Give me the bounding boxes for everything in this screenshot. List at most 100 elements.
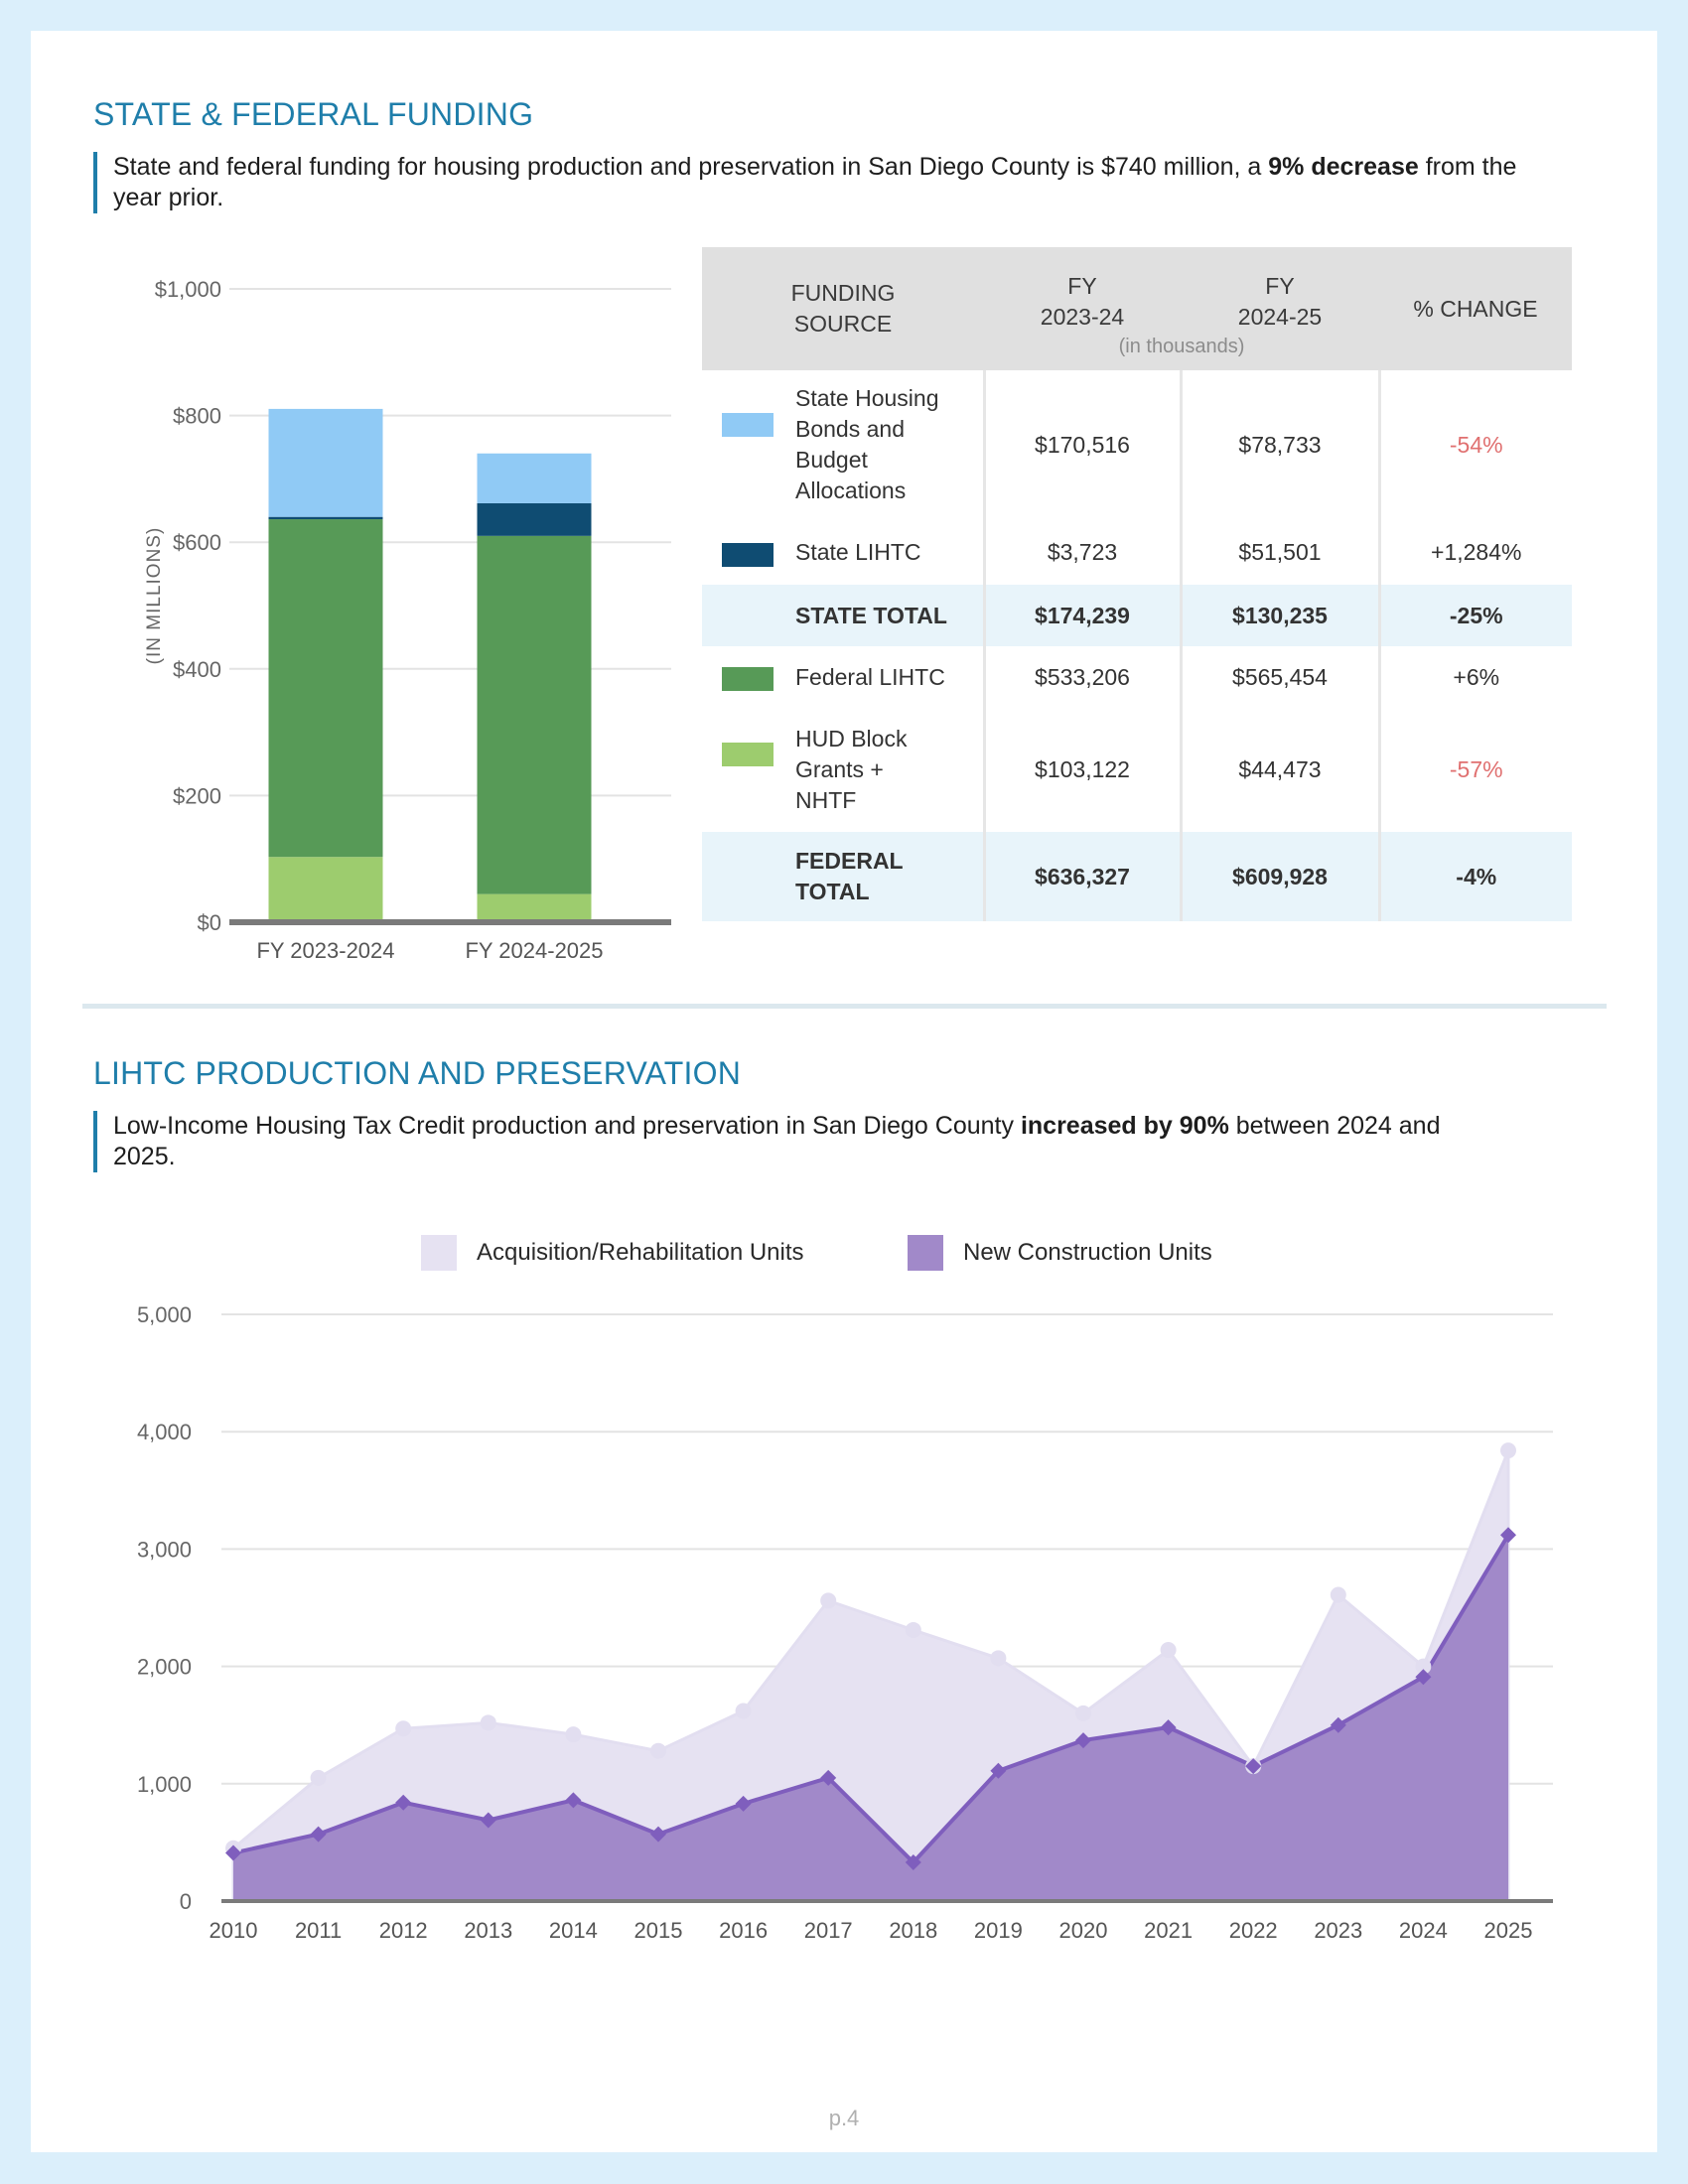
header-fy1-line1: FY bbox=[1067, 273, 1097, 299]
x-tick-label: FY 2023-2024 bbox=[256, 938, 394, 963]
x-tick-label: 2014 bbox=[549, 1918, 598, 1943]
callout-text: State and federal funding for housing pr… bbox=[113, 153, 1269, 181]
point-acquisition bbox=[990, 1650, 1007, 1667]
y-tick-label: $600 bbox=[173, 530, 221, 555]
point-acquisition bbox=[1075, 1705, 1091, 1721]
table-row: State LIHTC $3,723 $51,501 +1,284% bbox=[702, 519, 1572, 585]
x-tick-label: 2019 bbox=[974, 1918, 1023, 1943]
cell-change: -25% bbox=[1377, 585, 1572, 646]
y-tick-label: $400 bbox=[173, 657, 221, 682]
legend-item-new-construction: New Construction Units bbox=[908, 1235, 1212, 1271]
header-fy2-line2: 2024-25 bbox=[1237, 304, 1323, 330]
x-tick-label: 2018 bbox=[889, 1918, 937, 1943]
cell-change: +6% bbox=[1377, 646, 1572, 708]
legend-item-acquisition: Acquisition/Rehabilitation Units bbox=[421, 1235, 804, 1271]
cell-fy1: $174,239 bbox=[982, 585, 1181, 646]
row-label: STATE TOTAL bbox=[795, 602, 947, 628]
point-acquisition bbox=[1330, 1586, 1346, 1603]
legend-swatch-hud bbox=[722, 742, 774, 766]
row-label: State LIHTC bbox=[795, 538, 921, 565]
x-tick-label: 2023 bbox=[1314, 1918, 1362, 1943]
cell-fy2: $51,501 bbox=[1179, 519, 1379, 585]
y-tick-label: 2,000 bbox=[137, 1655, 192, 1680]
x-tick-label: 2022 bbox=[1229, 1918, 1278, 1943]
funding-table: FUNDING SOURCE FY 2023-24 (in thousands)… bbox=[702, 247, 1572, 921]
bar-segment-federal_lihtc bbox=[268, 519, 383, 858]
point-acquisition bbox=[820, 1592, 837, 1609]
header-funding-source: FUNDING SOURCE bbox=[702, 247, 984, 370]
cell-fy2: $78,733 bbox=[1179, 370, 1379, 519]
legend-swatch-state-bonds bbox=[722, 413, 774, 437]
header-pct-change: % CHANGE bbox=[1413, 295, 1538, 322]
point-acquisition bbox=[905, 1621, 921, 1638]
header-fy-2024-25: FY 2024-25 bbox=[1181, 247, 1379, 370]
section-divider bbox=[82, 1004, 1607, 1009]
cell-fy2: $565,454 bbox=[1179, 646, 1379, 708]
y-tick-label: 1,000 bbox=[137, 1772, 192, 1797]
legend-swatch-federal-lihtc bbox=[722, 667, 774, 691]
row-label: HUD Block Grants + NHTF bbox=[795, 726, 908, 813]
x-tick-label: 2010 bbox=[210, 1918, 258, 1943]
cell-fy1: $3,723 bbox=[982, 519, 1181, 585]
table-row: HUD Block Grants + NHTF $103,122 $44,473… bbox=[702, 708, 1572, 832]
header-fy2-line1: FY bbox=[1265, 273, 1295, 299]
legend-label-acquisition: Acquisition/Rehabilitation Units bbox=[477, 1239, 804, 1266]
bar-segment-hud bbox=[477, 893, 592, 922]
x-tick-label: 2016 bbox=[719, 1918, 768, 1943]
x-tick-label: 2025 bbox=[1484, 1918, 1533, 1943]
x-tick-label: 2012 bbox=[379, 1918, 428, 1943]
table-row: Federal LIHTC $533,206 $565,454 +6% bbox=[702, 646, 1572, 708]
x-tick-label: 2020 bbox=[1059, 1918, 1108, 1943]
lihtc-callout: Low-Income Housing Tax Credit production… bbox=[93, 1111, 1503, 1172]
x-tick-label: FY 2024-2025 bbox=[465, 938, 603, 963]
table-row-federal-total: FEDERAL TOTAL $636,327 $609,928 -4% bbox=[702, 832, 1572, 921]
y-tick-label: $1,000 bbox=[155, 277, 221, 302]
point-acquisition bbox=[1500, 1442, 1516, 1459]
legend-swatch-acquisition bbox=[421, 1235, 457, 1271]
row-label: State Housing Bonds and Budget Allocatio… bbox=[795, 385, 939, 503]
bar-segment-state_bonds bbox=[268, 408, 383, 517]
x-tick-label: 2021 bbox=[1144, 1918, 1193, 1943]
swatch-spacer bbox=[722, 604, 774, 627]
bar-segment-federal_lihtc bbox=[477, 535, 592, 894]
point-acquisition bbox=[735, 1703, 752, 1719]
point-acquisition bbox=[650, 1742, 666, 1759]
y-axis-label: (IN MILLIONS) bbox=[144, 527, 165, 665]
cell-change: +1,284% bbox=[1377, 519, 1572, 585]
section-title-lihtc: LIHTC PRODUCTION AND PRESERVATION bbox=[93, 1055, 742, 1091]
y-tick-label: $800 bbox=[173, 404, 221, 429]
point-acquisition bbox=[310, 1769, 327, 1786]
y-tick-label: $0 bbox=[198, 910, 221, 935]
x-tick-label: 2015 bbox=[634, 1918, 683, 1943]
bar-segment-hud bbox=[268, 857, 383, 922]
cell-fy1: $533,206 bbox=[982, 646, 1181, 708]
cell-fy2: $609,928 bbox=[1179, 832, 1379, 921]
x-tick-label: 2013 bbox=[464, 1918, 512, 1943]
bar-segment-state_bonds bbox=[477, 453, 592, 503]
page-number: p.4 bbox=[828, 2106, 860, 2130]
cell-fy1: $103,122 bbox=[982, 708, 1181, 832]
y-tick-label: $200 bbox=[173, 783, 221, 808]
section-title-funding: STATE & FEDERAL FUNDING bbox=[93, 96, 534, 132]
cell-fy2: $130,235 bbox=[1179, 585, 1379, 646]
header-fy1-line2: 2023-24 bbox=[1040, 304, 1125, 330]
callout-text: Low-Income Housing Tax Credit production… bbox=[113, 1112, 1021, 1140]
cell-change: -4% bbox=[1377, 832, 1572, 921]
point-acquisition bbox=[1160, 1642, 1177, 1659]
y-tick-label: 5,000 bbox=[137, 1302, 192, 1327]
row-label: Federal LIHTC bbox=[795, 663, 945, 690]
lihtc-area-chart: 0 1,000 2,000 3,000 4,000 5,000 2010 2011 2012 20… bbox=[137, 1302, 1553, 1943]
point-acquisition bbox=[395, 1720, 412, 1737]
cell-fy1: $636,327 bbox=[982, 832, 1181, 921]
y-tick-label: 3,000 bbox=[137, 1537, 192, 1562]
callout-emphasis: 9% decrease bbox=[1268, 153, 1419, 181]
cell-fy1: $170,516 bbox=[982, 370, 1181, 519]
report-page: STATE & FEDERAL FUNDING State and federa… bbox=[31, 31, 1657, 2152]
x-tick-label: 2011 bbox=[295, 1918, 342, 1943]
cell-fy2: $44,473 bbox=[1179, 708, 1379, 832]
bar-segment-state_lihtc bbox=[268, 516, 383, 520]
legend-swatch-new-construction bbox=[908, 1235, 943, 1271]
table-row: State Housing Bonds and Budget Allocatio… bbox=[702, 370, 1572, 519]
legend-swatch-state-lihtc bbox=[722, 543, 774, 567]
y-tick-label: 0 bbox=[180, 1889, 192, 1914]
